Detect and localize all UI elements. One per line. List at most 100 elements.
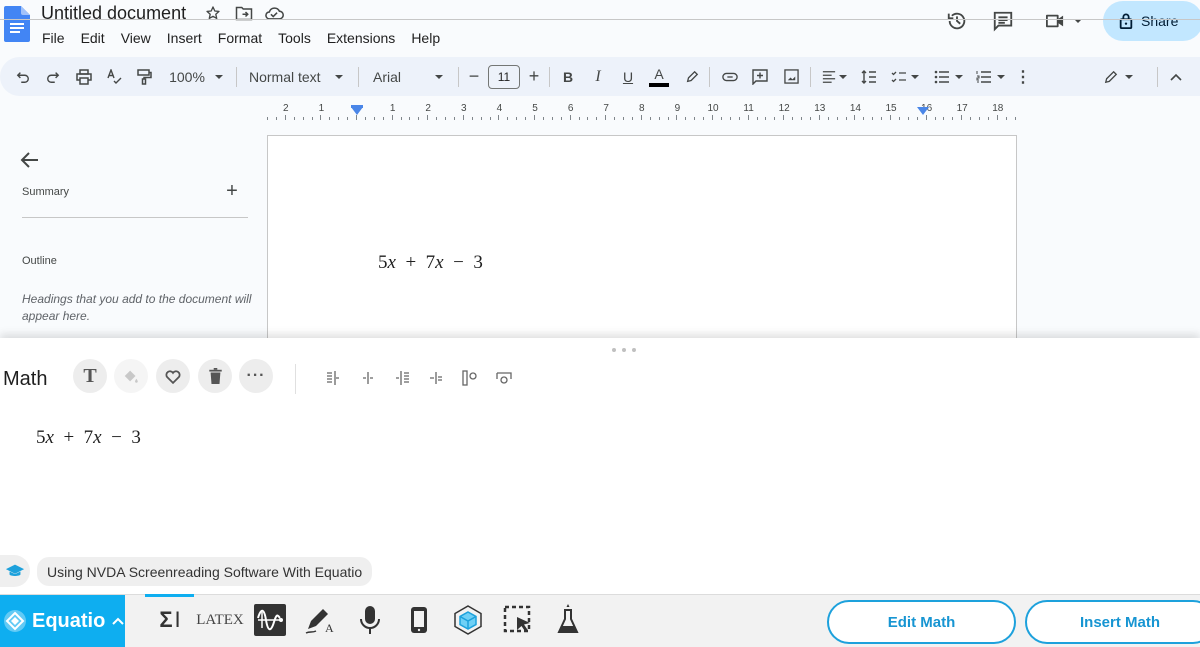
latex-editor-button[interactable]: LATEX: [196, 600, 244, 640]
ruler-tick: [400, 117, 402, 120]
summary-label: Summary: [22, 186, 70, 198]
right-indent-marker[interactable]: [917, 107, 930, 115]
align-right-equation-icon[interactable]: [393, 369, 411, 387]
edit-math-button[interactable]: Edit Math: [827, 600, 1016, 644]
document-title[interactable]: Untitled document: [41, 2, 186, 24]
ruler-tick: [302, 117, 304, 120]
checklist-icon[interactable]: [888, 57, 922, 96]
fill-color-bucket-icon[interactable]: [114, 359, 148, 393]
align-left-icon[interactable]: [818, 57, 850, 96]
panel-resize-handle[interactable]: [612, 348, 636, 352]
hide-menus-chevron-up-icon[interactable]: [1166, 57, 1186, 96]
speech-input-microphone-icon[interactable]: [352, 600, 388, 640]
menu-extensions[interactable]: Extensions: [319, 27, 403, 49]
bold-button[interactable]: B: [559, 57, 577, 96]
meet-video-icon[interactable]: [1041, 8, 1085, 34]
ruler-tick: [863, 117, 865, 120]
comments-icon[interactable]: [990, 8, 1016, 34]
paint-format-icon[interactable]: [133, 57, 155, 96]
spellcheck-icon[interactable]: [103, 57, 125, 96]
chevron-up-icon: [112, 617, 125, 625]
decrease-font-size-button[interactable]: −: [465, 57, 483, 96]
italic-button[interactable]: I: [589, 57, 607, 96]
ruler-tick: [525, 117, 527, 120]
menu-edit[interactable]: Edit: [73, 27, 113, 49]
document-math-equation[interactable]: 5x + 7x − 3: [359, 230, 483, 296]
ruler-tick: [756, 117, 758, 120]
menu-tools[interactable]: Tools: [270, 27, 319, 49]
increase-font-size-button[interactable]: +: [525, 57, 543, 96]
math-editor-sigma-icon[interactable]: ΣI: [152, 600, 188, 640]
stem-lab-flask-icon[interactable]: [550, 600, 586, 640]
bulleted-list-icon[interactable]: [930, 57, 966, 96]
toolbar-divider: [1157, 67, 1158, 87]
menu-insert[interactable]: Insert: [159, 27, 210, 49]
insert-image-icon[interactable]: [780, 57, 802, 96]
delete-trash-icon[interactable]: [198, 359, 232, 393]
toolbar-divider: [709, 67, 710, 87]
font-size-input[interactable]: 11: [488, 57, 520, 96]
ruler-tick: [658, 117, 660, 120]
horizontal-ruler[interactable]: 2 1 1 2 3 4 5 6 7 8 9 10 11 12 13 14 15 16 17 18: [267, 100, 1017, 120]
align-center-equation-icon[interactable]: [359, 369, 377, 387]
equatio-menu-button[interactable]: Equatio: [0, 595, 125, 647]
insert-link-icon[interactable]: [719, 57, 741, 96]
more-options-icon[interactable]: ⋮: [1015, 57, 1031, 96]
ruler-label: 6: [567, 103, 574, 114]
3d-math-cube-icon[interactable]: [450, 600, 486, 640]
add-comment-icon[interactable]: [749, 57, 771, 96]
redo-icon[interactable]: [42, 57, 64, 96]
menu-file[interactable]: File: [34, 27, 73, 49]
ruler-tick: [809, 117, 811, 120]
text-mode-icon[interactable]: T: [73, 359, 107, 393]
active-tool-indicator: [145, 594, 194, 597]
speech-options-icon[interactable]: [461, 369, 479, 387]
editing-mode-icon[interactable]: [1098, 57, 1138, 96]
tutorial-link[interactable]: Using NVDA Screenreading Software With E…: [37, 557, 373, 586]
ruler-label: 9: [674, 103, 681, 114]
ruler-tick: [872, 117, 874, 120]
close-outline-back-arrow-icon[interactable]: [20, 150, 42, 172]
underline-button[interactable]: U: [619, 57, 637, 96]
ruler-tick: [979, 117, 980, 120]
left-indent-marker[interactable]: [351, 107, 363, 115]
ruler-tick: [854, 115, 856, 120]
highlight-color-icon[interactable]: [682, 57, 702, 96]
favorite-heart-icon[interactable]: [156, 359, 190, 393]
handwriting-pen-icon[interactable]: A: [302, 600, 338, 640]
ruler-tick: [818, 115, 820, 120]
align-left-equation-icon[interactable]: [325, 369, 343, 387]
menu-help[interactable]: Help: [403, 27, 448, 49]
version-history-icon[interactable]: [944, 8, 970, 34]
text-color-button[interactable]: A: [648, 57, 670, 96]
paragraph-style-select[interactable]: Normal text: [249, 57, 347, 96]
align-equals-icon[interactable]: [427, 369, 445, 387]
zoom-select[interactable]: 100%: [166, 57, 226, 96]
print-icon[interactable]: [73, 57, 95, 96]
add-summary-plus-icon[interactable]: +: [224, 181, 240, 201]
ruler-tick: [436, 117, 438, 120]
ruler-tick: [462, 115, 464, 120]
panel-toolbar-divider: [295, 364, 296, 394]
toolbar-divider: [358, 67, 359, 87]
formatting-toolbar: 100% Normal text Arial − 11 + B I U A ⋮: [0, 57, 1200, 96]
font-select[interactable]: Arial: [373, 57, 445, 96]
menu-format[interactable]: Format: [210, 27, 270, 49]
ruler-tick: [987, 117, 989, 120]
share-button[interactable]: Share: [1103, 1, 1200, 41]
screenshot-reader-icon[interactable]: [495, 369, 513, 387]
google-docs-logo-icon[interactable]: [4, 6, 30, 42]
text-color-swatch: [649, 82, 669, 87]
equatio-math-input[interactable]: 5x + 7x − 3: [17, 405, 141, 471]
undo-icon[interactable]: [12, 57, 34, 96]
more-options-ellipsis-icon[interactable]: ···: [239, 359, 273, 393]
menu-view[interactable]: View: [113, 27, 159, 49]
numbered-list-icon[interactable]: [972, 57, 1008, 96]
insert-math-button[interactable]: Insert Math: [1025, 600, 1200, 644]
mobile-device-icon[interactable]: [401, 600, 437, 640]
ruler-tick: [970, 117, 972, 120]
first-line-indent-marker[interactable]: [351, 105, 363, 108]
screenshot-reader-selection-icon[interactable]: [500, 600, 536, 640]
line-spacing-icon[interactable]: [858, 57, 880, 96]
graph-editor-icon[interactable]: [252, 600, 288, 640]
